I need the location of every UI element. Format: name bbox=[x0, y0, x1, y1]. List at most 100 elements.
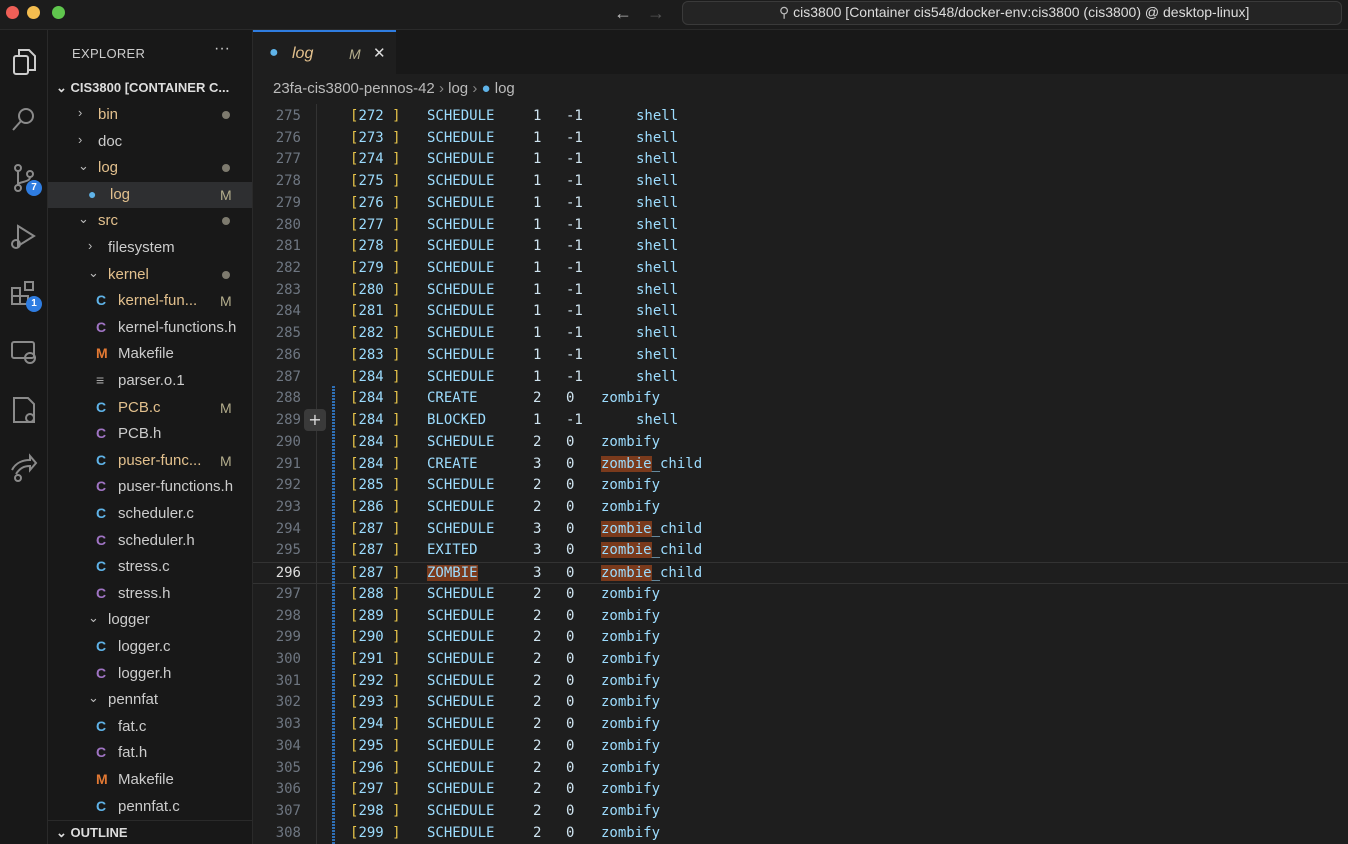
tree-item[interactable]: Cfat.c bbox=[48, 714, 252, 740]
line-number: 279 bbox=[275, 194, 301, 211]
log-priority: 3 bbox=[533, 455, 542, 472]
code-line: 290 [284 ] SCHEDULE 2 0 zombify bbox=[253, 432, 1348, 454]
tree-item[interactable]: Cstress.h bbox=[48, 581, 252, 607]
line-number: 304 bbox=[275, 737, 301, 754]
container-settings-icon[interactable] bbox=[6, 392, 42, 428]
tree-item[interactable]: ⌄ kernel bbox=[48, 262, 252, 288]
log-process-name: shell bbox=[636, 303, 679, 320]
tree-item[interactable]: M Makefile bbox=[48, 767, 252, 793]
code-line: 307 [298 ] SCHEDULE 2 0 zombify bbox=[253, 801, 1348, 823]
tree-item[interactable]: › doc bbox=[48, 129, 252, 155]
log-value: -1 bbox=[566, 151, 583, 168]
log-process-name: zombify bbox=[601, 390, 661, 407]
search-icon[interactable] bbox=[6, 102, 42, 138]
maximize-window-button[interactable] bbox=[52, 6, 65, 19]
tree-item[interactable]: Cpuser-func... M bbox=[48, 448, 252, 474]
chevron-down-icon: ⌄ bbox=[56, 80, 71, 95]
tree-item[interactable]: Clogger.h bbox=[48, 661, 252, 687]
code-line: 301 [292 ] SCHEDULE 2 0 zombify bbox=[253, 671, 1348, 693]
log-value: 0 bbox=[566, 651, 575, 667]
tree-item-label: logger.c bbox=[118, 638, 171, 655]
run-debug-icon[interactable] bbox=[6, 218, 42, 254]
tree-item[interactable]: Clogger.c bbox=[48, 634, 252, 660]
log-process-name: zombie_child bbox=[601, 520, 703, 537]
line-number: 307 bbox=[275, 803, 301, 820]
log-process-name: shell bbox=[636, 194, 679, 211]
tree-item[interactable]: M Makefile bbox=[48, 341, 252, 367]
h-file-icon: C bbox=[96, 478, 107, 495]
tree-item[interactable]: ⌄ src bbox=[48, 208, 252, 234]
tree-item-label: kernel bbox=[108, 265, 149, 283]
log-process-name: zombify bbox=[601, 498, 661, 515]
log-pid: [275 ] bbox=[350, 173, 401, 190]
tree-item[interactable]: ⌄ pennfat bbox=[48, 687, 252, 713]
code-line: 293 [286 ] SCHEDULE 2 0 zombify bbox=[253, 497, 1348, 519]
tree-item[interactable]: › filesystem bbox=[48, 235, 252, 261]
chevron-right-icon: › bbox=[88, 238, 93, 253]
tree-item[interactable]: Cpennfat.c bbox=[48, 794, 252, 820]
tree-item[interactable]: ● log M bbox=[48, 181, 252, 208]
tree-item[interactable]: C PCB.c M bbox=[48, 395, 252, 421]
log-pid: [288 ] bbox=[350, 585, 401, 602]
log-pid: [276 ] bbox=[350, 194, 401, 211]
line-number: 290 bbox=[275, 433, 301, 450]
tree-item[interactable]: › bin bbox=[48, 102, 252, 128]
tree-item[interactable]: Cscheduler.c bbox=[48, 501, 252, 527]
minimize-window-button[interactable] bbox=[27, 6, 40, 19]
code-line: 291 [284 ] CREATE 3 0 zombie_child bbox=[253, 454, 1348, 476]
tree-item[interactable]: Cfat.h bbox=[48, 740, 252, 766]
close-window-button[interactable] bbox=[6, 6, 19, 19]
code-editor[interactable]: + 275 [272 ] SCHEDULE 1 -1 shell 276 [273 ] SCHE… bbox=[253, 104, 1348, 844]
chevron-right-icon: › bbox=[78, 131, 83, 147]
log-event: SCHEDULE bbox=[427, 694, 495, 711]
makefile-icon: M bbox=[96, 771, 108, 787]
modified-dot-icon bbox=[222, 270, 230, 279]
tree-item[interactable]: Cstress.c bbox=[48, 554, 252, 580]
tree-item-label: puser-functions.h bbox=[118, 478, 234, 496]
workspace-root[interactable]: ⌄ CIS3800 [CONTAINER C... bbox=[56, 80, 229, 96]
chevron-down-icon: ⌄ bbox=[88, 264, 99, 280]
forward-arrow-icon[interactable]: → bbox=[647, 3, 665, 24]
breadcrumb-file[interactable]: log bbox=[495, 80, 515, 97]
live-share-icon[interactable] bbox=[6, 450, 42, 486]
source-control-badge: 7 bbox=[26, 180, 42, 196]
log-priority: 2 bbox=[533, 716, 542, 733]
tree-item[interactable]: Cpuser-functions.h bbox=[48, 474, 252, 500]
tab-log[interactable]: ● log M ✕ bbox=[253, 30, 396, 74]
explorer-title: EXPLORER bbox=[72, 46, 146, 61]
extensions-badge: 1 bbox=[26, 296, 42, 312]
tree-item[interactable]: Ckernel-fun... M bbox=[48, 288, 252, 314]
code-line: 304 [295 ] SCHEDULE 2 0 zombify bbox=[253, 736, 1348, 758]
tab-label: log bbox=[292, 45, 314, 62]
code-line: 277 [274 ] SCHEDULE 1 -1 shell bbox=[253, 149, 1348, 171]
tree-item[interactable]: ⌄ logger bbox=[48, 607, 252, 633]
code-line: 299 [290 ] SCHEDULE 2 0 zombify bbox=[253, 627, 1348, 649]
log-process-name: zombify bbox=[601, 737, 661, 754]
explorer-icon[interactable] bbox=[6, 44, 42, 80]
log-event: SCHEDULE bbox=[427, 238, 495, 255]
log-process-name: zombify bbox=[601, 759, 661, 776]
tree-item[interactable]: ≡ parser.o.1 bbox=[48, 368, 252, 394]
remote-explorer-icon[interactable] bbox=[6, 334, 42, 370]
breadcrumb-folder[interactable]: 23fa-cis3800-pennos-42 bbox=[273, 80, 435, 97]
log-priority: 2 bbox=[533, 803, 542, 820]
c-file-icon: C bbox=[96, 451, 107, 468]
log-event: SCHEDULE bbox=[427, 672, 495, 689]
tree-item[interactable]: ⌄ log bbox=[48, 155, 252, 181]
extensions-icon[interactable]: 1 bbox=[6, 276, 42, 312]
back-arrow-icon[interactable]: ← bbox=[614, 3, 632, 24]
more-actions-button[interactable]: ··· bbox=[214, 40, 230, 58]
log-pid: [281 ] bbox=[350, 303, 401, 320]
tab-close-button[interactable]: ✕ bbox=[373, 44, 386, 62]
breadcrumb-folder[interactable]: log bbox=[448, 80, 468, 97]
log-priority: 2 bbox=[533, 672, 542, 689]
source-control-icon[interactable]: 7 bbox=[6, 160, 42, 196]
tree-item[interactable]: Cscheduler.h bbox=[48, 528, 252, 554]
command-center[interactable]: ⚲ cis3800 [Container cis548/docker-env:c… bbox=[682, 1, 1342, 25]
outline-section[interactable]: ⌄ OUTLINE bbox=[48, 820, 252, 844]
outline-label: OUTLINE bbox=[70, 825, 128, 840]
tab-bar: ● log M ✕ bbox=[253, 30, 1348, 74]
tree-item[interactable]: C PCB.h bbox=[48, 421, 252, 447]
tree-item[interactable]: Ckernel-functions.h bbox=[48, 315, 252, 341]
log-event: BLOCKED bbox=[427, 412, 487, 429]
